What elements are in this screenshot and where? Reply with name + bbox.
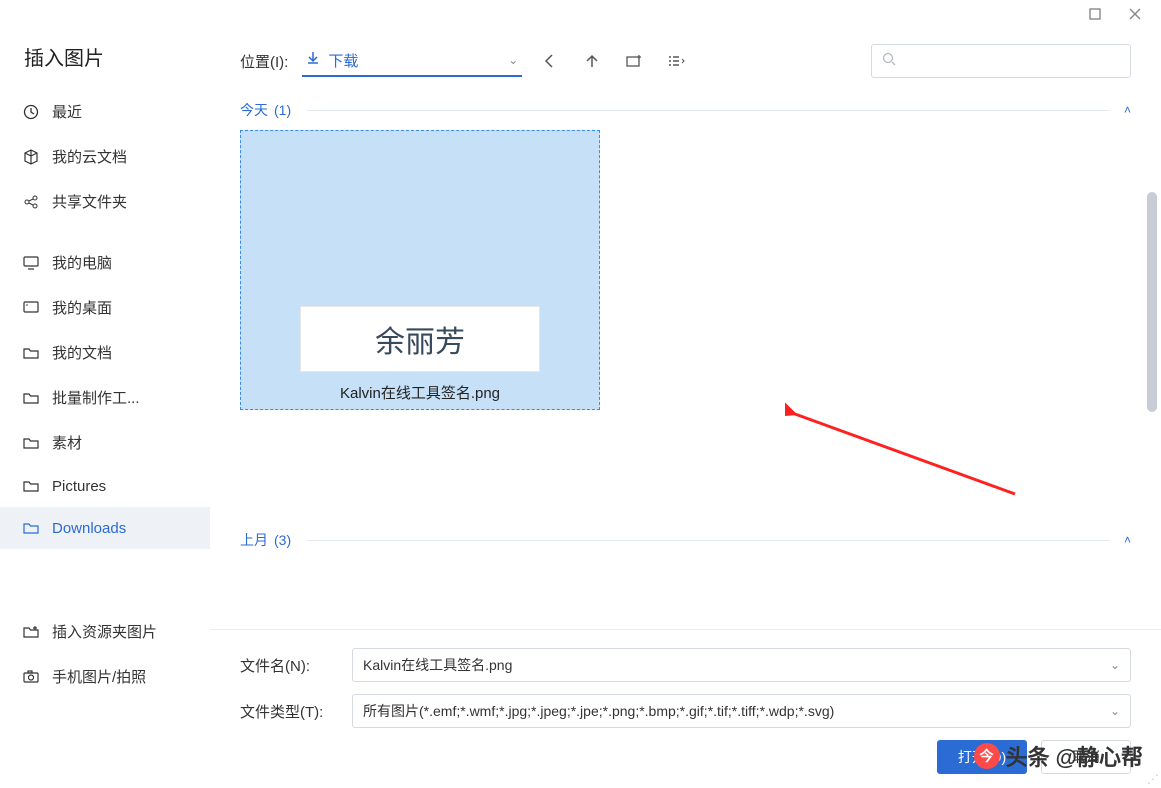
folder-icon (22, 477, 40, 495)
folder-plus-icon (22, 623, 40, 641)
location-label: 位置(I): (240, 51, 288, 72)
sidebar-item-label: Downloads (52, 520, 126, 537)
camera-icon (22, 668, 40, 686)
sidebar-item-phone-photo[interactable]: 手机图片/拍照 (0, 654, 210, 699)
sidebar-item-label: 插入资源夹图片 (52, 621, 157, 642)
chevron-down-icon: ⌄ (1110, 658, 1120, 672)
sidebar-item-desktop[interactable]: 我的桌面 (0, 285, 210, 330)
filename-value: Kalvin在线工具签名.png (363, 655, 512, 675)
collapse-icon[interactable]: ˄ (1124, 103, 1131, 117)
folder-icon (22, 519, 40, 537)
folder-icon (22, 389, 40, 407)
filetype-value: 所有图片(*.emf;*.wmf;*.jpg;*.jpeg;*.jpe;*.pn… (363, 701, 834, 721)
back-button[interactable] (536, 47, 564, 75)
group-last-month[interactable]: 上月 (3) ˄ (240, 530, 1131, 550)
sidebar-item-material[interactable]: 素材 (0, 420, 210, 465)
dialog-title: 插入图片 (0, 42, 210, 89)
close-button[interactable] (1129, 7, 1141, 23)
collapse-icon[interactable]: ˄ (1124, 533, 1131, 547)
titlebar (0, 0, 1161, 30)
folder-icon (22, 344, 40, 362)
sidebar-item-cloud[interactable]: 我的云文档 (0, 134, 210, 179)
open-button[interactable]: 打开(O) (937, 740, 1027, 774)
bottom-panel: 文件名(N): Kalvin在线工具签名.png ⌄ 文件类型(T): 所有图片… (210, 629, 1161, 788)
folder-icon (22, 434, 40, 452)
toolbar: 位置(I): 下载 ⌄ (210, 30, 1161, 92)
chevron-down-icon: ⌄ (1110, 704, 1120, 718)
sidebar: 插入图片 最近 我的云文档 共享文件夹 我的电脑 我的桌面 我的文档 批 (0, 30, 210, 788)
sidebar-item-documents[interactable]: 我的文档 (0, 330, 210, 375)
search-input[interactable] (904, 53, 1120, 69)
new-folder-button[interactable] (620, 47, 648, 75)
sidebar-item-shared[interactable]: 共享文件夹 (0, 179, 210, 224)
sidebar-item-pictures[interactable]: Pictures (0, 465, 210, 507)
group-today[interactable]: 今天 (1) ˄ (240, 100, 1131, 120)
sidebar-item-label: 我的文档 (52, 342, 112, 363)
search-box[interactable] (871, 44, 1131, 78)
group-count: (3) (274, 532, 291, 548)
group-label: 上月 (240, 530, 268, 550)
sidebar-item-label: 我的桌面 (52, 297, 112, 318)
annotation-arrow (785, 314, 1025, 514)
sidebar-item-computer[interactable]: 我的电脑 (0, 240, 210, 285)
divider (307, 540, 1110, 541)
view-options-button[interactable] (662, 47, 690, 75)
resize-grip[interactable]: ⋰ (1147, 772, 1159, 786)
location-dropdown[interactable]: 下载 ⌄ (302, 46, 522, 77)
cancel-button[interactable]: 取消 (1041, 740, 1131, 774)
file-list-area: 今天 (1) ˄ 余丽芳 Kalvin在线工具签名.png 上月 (3) ˄ (210, 92, 1161, 629)
sidebar-item-label: 最近 (52, 101, 82, 122)
scrollbar[interactable] (1147, 192, 1157, 412)
up-button[interactable] (578, 47, 606, 75)
location-value: 下载 (328, 50, 358, 71)
cube-icon (22, 148, 40, 166)
filetype-field[interactable]: 所有图片(*.emf;*.wmf;*.jpg;*.jpeg;*.jpe;*.pn… (352, 694, 1131, 728)
signature-preview: 余丽芳 (300, 306, 540, 372)
sidebar-item-resource-image[interactable]: 插入资源夹图片 (0, 609, 210, 654)
file-thumbnail[interactable]: 余丽芳 Kalvin在线工具签名.png (240, 130, 600, 410)
sidebar-item-recent[interactable]: 最近 (0, 89, 210, 134)
sidebar-item-label: 手机图片/拍照 (52, 666, 146, 687)
sidebar-item-label: 素材 (52, 432, 82, 453)
file-name: Kalvin在线工具签名.png (340, 382, 500, 409)
sidebar-item-batch[interactable]: 批量制作工... (0, 375, 210, 420)
monitor-icon (22, 254, 40, 272)
desktop-icon (22, 299, 40, 317)
filename-label: 文件名(N): (240, 655, 340, 676)
sidebar-item-label: 批量制作工... (52, 387, 140, 408)
filename-field[interactable]: Kalvin在线工具签名.png ⌄ (352, 648, 1131, 682)
sidebar-item-label: Pictures (52, 478, 106, 495)
maximize-button[interactable] (1089, 7, 1101, 23)
search-icon (882, 52, 896, 71)
sidebar-item-label: 我的电脑 (52, 252, 112, 273)
sidebar-item-label: 我的云文档 (52, 146, 127, 167)
group-label: 今天 (240, 100, 268, 120)
divider (307, 110, 1110, 111)
filetype-label: 文件类型(T): (240, 701, 340, 722)
share-icon (22, 193, 40, 211)
download-icon (306, 51, 320, 69)
clock-icon (22, 103, 40, 121)
sidebar-item-label: 共享文件夹 (52, 191, 127, 212)
chevron-down-icon: ⌄ (508, 53, 518, 67)
group-count: (1) (274, 102, 291, 118)
sidebar-item-downloads[interactable]: Downloads (0, 507, 210, 549)
